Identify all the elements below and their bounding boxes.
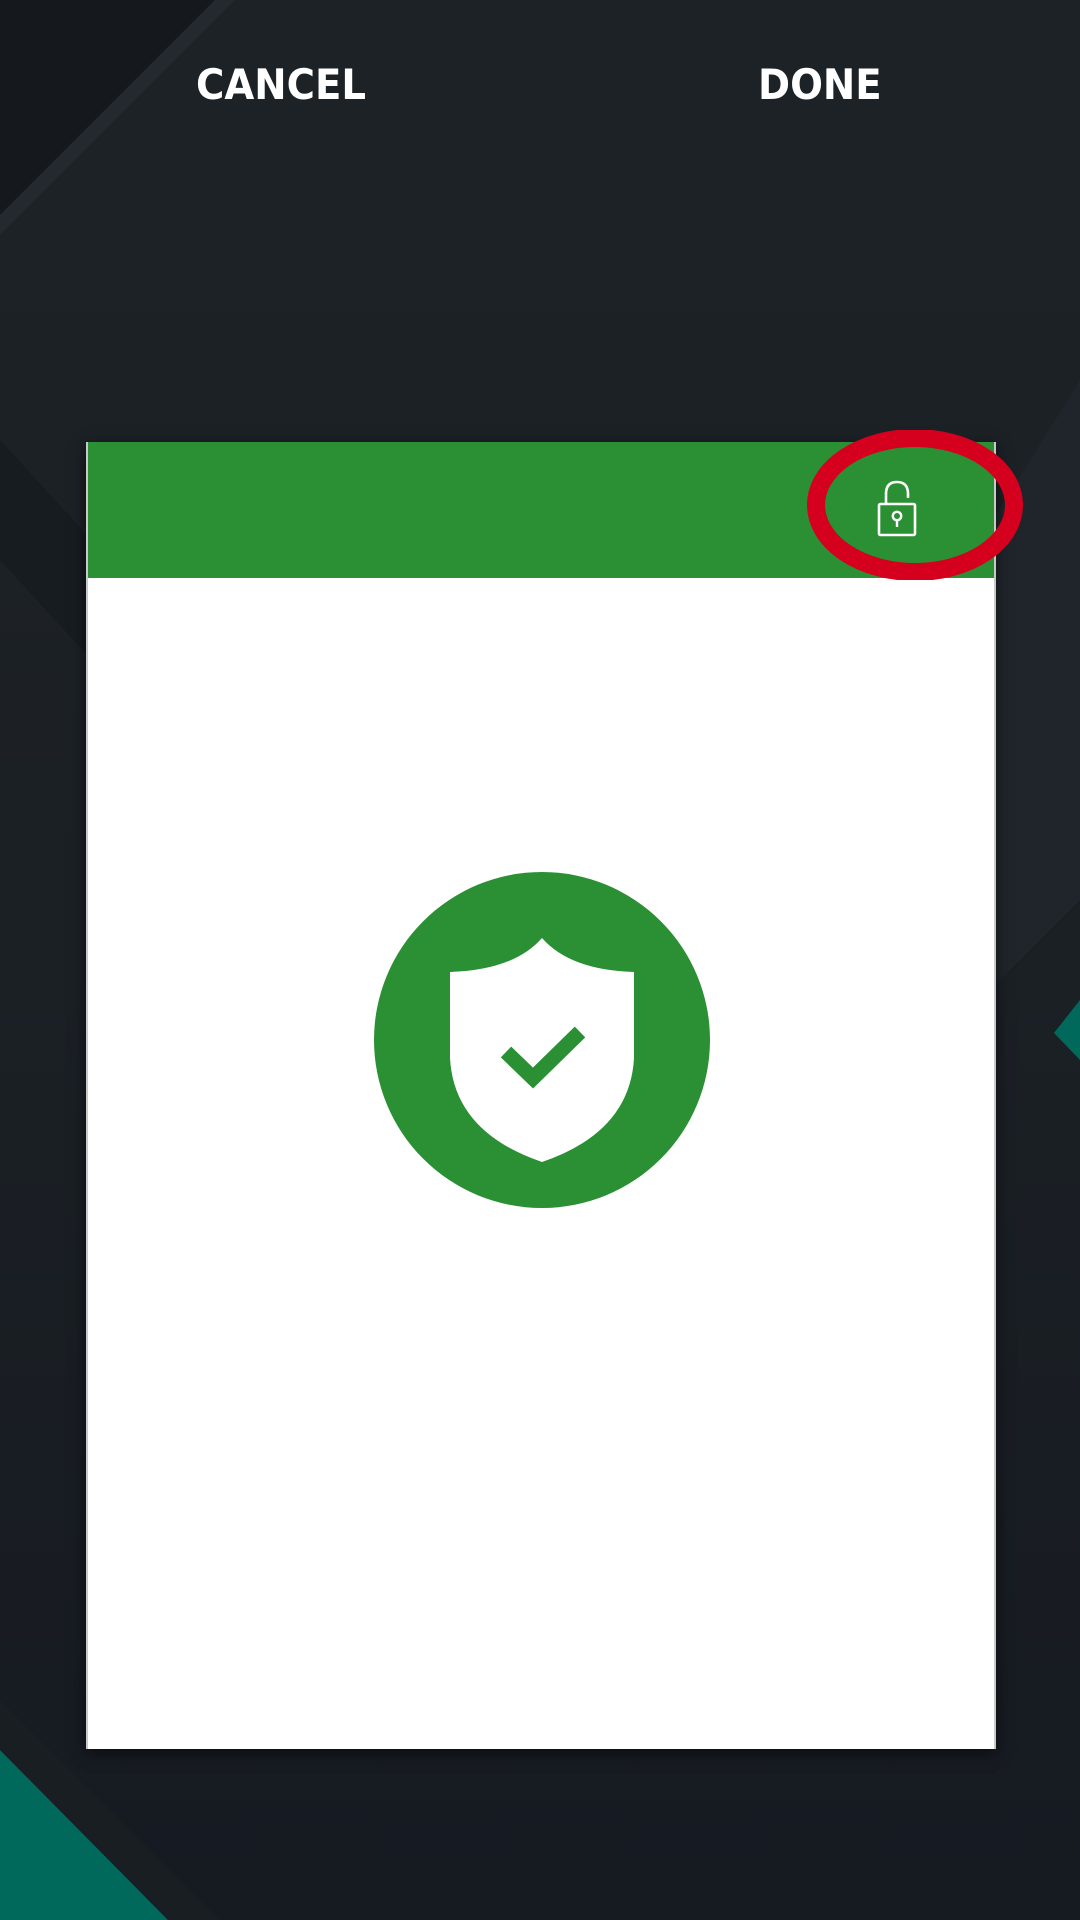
done-button[interactable]: DONE <box>758 52 882 118</box>
top-action-bar: CANCEL DONE <box>0 0 1080 170</box>
unlocked-padlock-icon <box>877 480 917 537</box>
screenshot-preview-card <box>86 442 996 1749</box>
security-status-badge <box>374 872 710 1208</box>
preview-header-bar <box>88 442 994 578</box>
cancel-button[interactable]: CANCEL <box>196 52 366 118</box>
lock-button[interactable] <box>836 450 958 572</box>
edit-screen: CANCEL DONE <box>0 0 1080 1920</box>
shield-check-icon <box>374 872 710 1208</box>
